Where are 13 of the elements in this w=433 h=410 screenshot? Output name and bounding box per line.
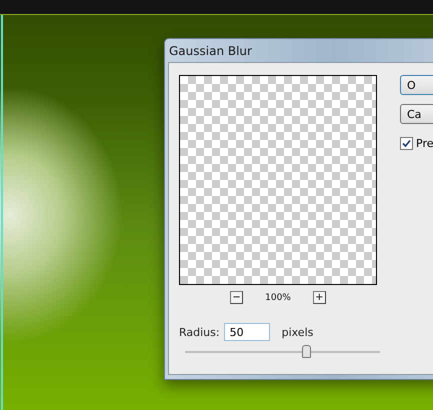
zoom-percent: 100% <box>265 292 291 302</box>
preview-label: Pre <box>416 137 433 150</box>
dialog-button[interactable]: O <box>400 75 433 95</box>
radius-label: Radius: <box>179 326 220 338</box>
check-icon <box>402 139 411 148</box>
slider-thumb[interactable] <box>302 345 311 358</box>
zoom-out-button[interactable]: − <box>230 291 244 304</box>
unit-label: pixels <box>282 326 314 338</box>
zoom-in-button[interactable]: + <box>312 291 326 304</box>
dialog-button[interactable]: Ca <box>400 104 433 124</box>
preview-checkbox[interactable] <box>400 137 413 150</box>
window-title: Gaussian Blur <box>168 42 253 60</box>
radius-field[interactable]: 50 <box>224 323 270 341</box>
